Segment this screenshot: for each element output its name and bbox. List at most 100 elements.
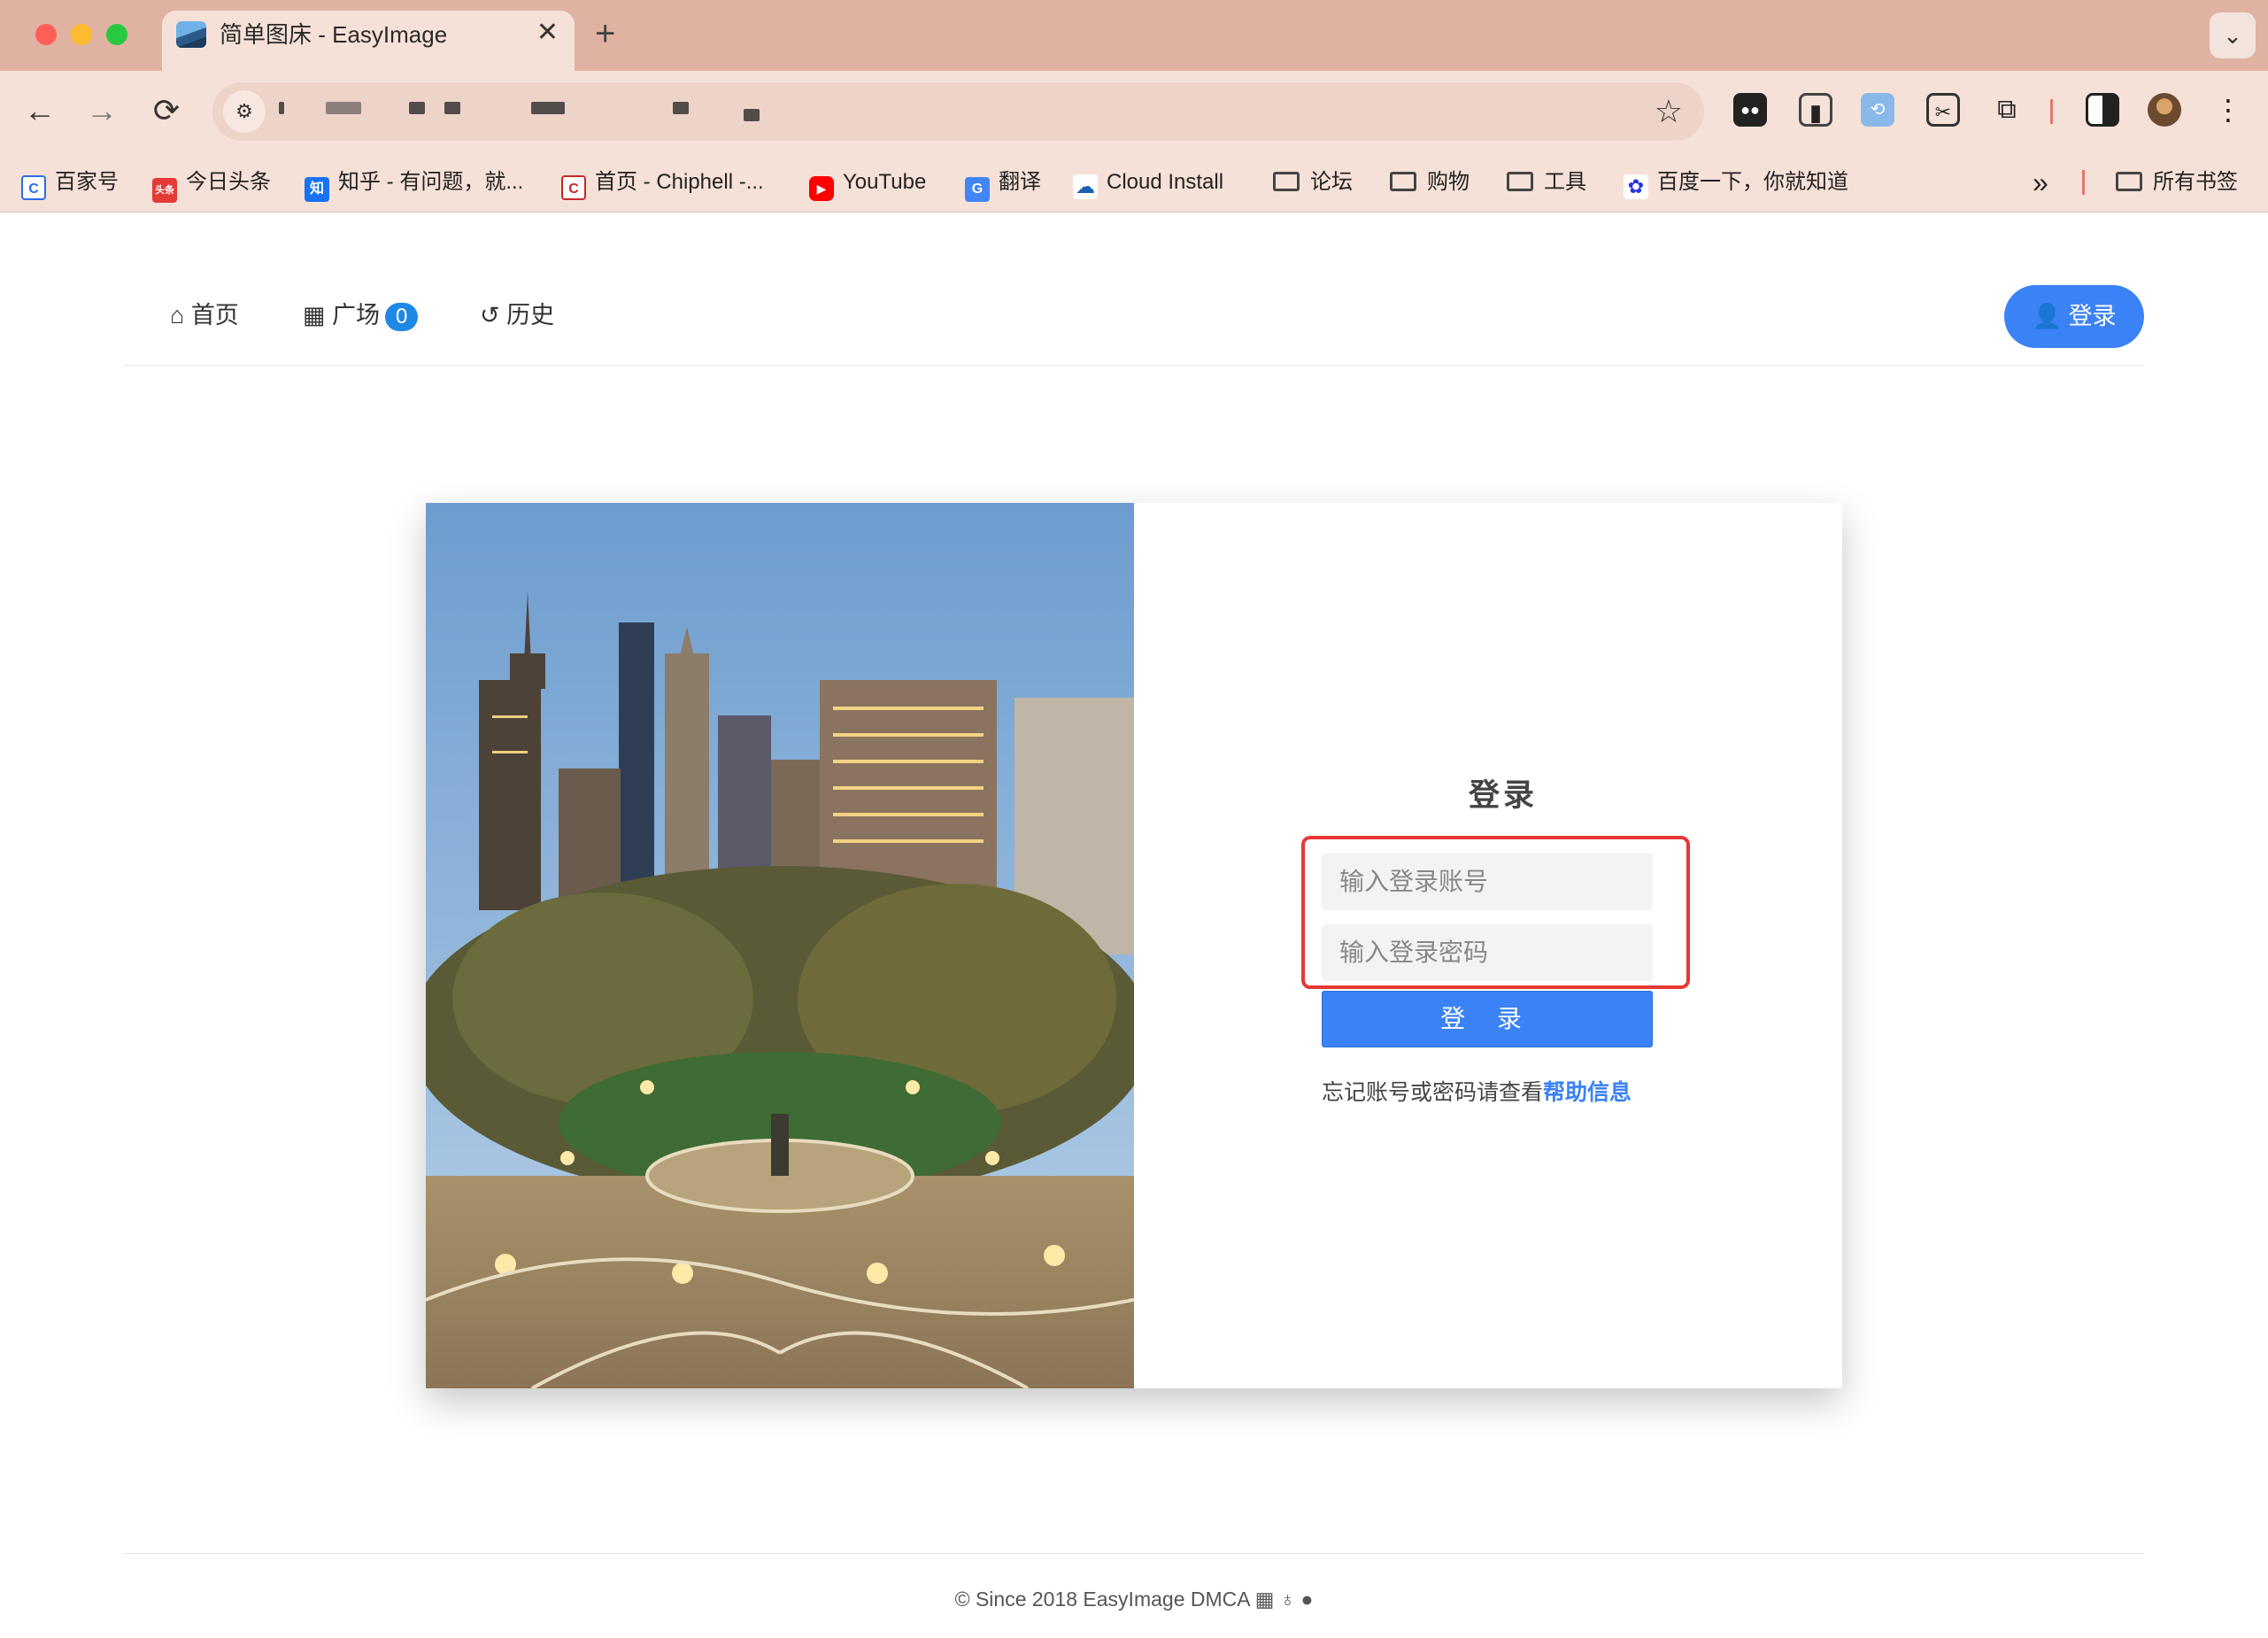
lightbulb-icon[interactable]: ♁ [1280,1588,1295,1611]
bookmark-label: 翻译 [999,170,1041,194]
easyimage-favicon-icon [176,21,206,48]
history-icon: ↺ [480,302,507,328]
bookmark-label: 论坛 [1310,170,1353,194]
login-title: 登录 [1468,778,1538,813]
footer: © Since 2018 EasyImage DMCA ▦ ♁ ● [0,1588,2268,1611]
footer-text: © Since 2018 EasyImage DMCA [954,1588,1250,1611]
url-redacted [531,102,565,114]
bookmark-cloud-install[interactable]: ☁ Cloud Install [1073,165,1223,200]
footer-divider [124,1553,2144,1554]
bookmark-zhihu[interactable]: 知知乎 - 有问题，就... [305,165,524,202]
nav-square-label: 广场 [332,302,381,328]
bookmark-label: 所有书签 [2153,170,2238,194]
url-redacted [444,102,460,114]
bookmarks-bar: C 百家号 头条 今日头条 知知乎 - 有问题，就... C 首页 - Chiphel… [0,152,2268,212]
account-input[interactable] [1322,854,1653,910]
bookmark-youtube[interactable]: ▶ YouTube [809,165,927,201]
cloud-icon: ☁ [1073,174,1098,199]
bookmark-label: 百度一下，你就知道 [1657,170,1848,194]
help-text: 忘记账号或密码请查看帮助信息 [1322,1075,1632,1107]
browser-tab[interactable]: 简单图床 - EasyImage ✕ [162,11,575,71]
bookmark-label: 工具 [1544,170,1586,194]
chiphell-icon: C [561,175,586,200]
bookmark-chiphell[interactable]: C 首页 - Chiphell -... [561,165,764,200]
tab-title: 简单图床 - EasyImage [220,21,448,48]
bookmark-baidu[interactable]: ✿ 百度一下，你就知道 [1624,165,1848,200]
folder-icon [1507,172,1533,191]
help-info-link[interactable]: 帮助信息 [1543,1080,1632,1105]
close-window-button[interactable] [35,24,57,45]
nav-home[interactable]: ⌂ 首页 [170,300,239,330]
back-arrow-icon[interactable]: ← [18,89,62,133]
folder-icon [1390,172,1416,191]
qrcode-icon[interactable]: ▦ [1255,1588,1275,1611]
bookmark-label: 今日头条 [186,170,271,194]
browser-titlebar: 简单图床 - EasyImage ✕ + ⌄ [0,0,2268,71]
site-settings-icon[interactable]: ⚙ [223,90,266,133]
more-bookmarks-chevron-icon[interactable]: » [2033,165,2048,200]
login-nav-button[interactable]: 👤 登录 [2004,285,2144,348]
bookmark-label: 知乎 - 有问题，就... [338,170,524,194]
side-panel-icon[interactable] [2086,93,2119,127]
translate-icon: G [965,177,990,202]
user-icon[interactable]: ● [1300,1588,1313,1611]
user-icon: 👤 [2032,303,2069,329]
extension-shield-icon[interactable]: ▮ [1799,93,1832,127]
bookmark-folder-shopping[interactable]: 购物 [1390,165,1470,200]
nav-square[interactable]: ▦ 广场 0 [303,300,419,331]
bookmark-translate[interactable]: G 翻译 [965,165,1041,202]
extension-screenshot-icon[interactable]: ✂ [1926,93,1960,127]
baijiahao-icon: C [21,175,46,200]
bookmark-label: YouTube [843,170,927,194]
maximize-window-button[interactable] [106,24,127,45]
folder-icon [2116,172,2142,191]
bookmark-all-bookmarks[interactable]: 所有书签 [2116,165,2238,200]
address-bar[interactable]: ⚙ ☆ [212,82,1704,141]
forward-arrow-icon[interactable]: → [80,89,124,133]
bookmark-toutiao[interactable]: 头条 今日头条 [152,165,271,203]
baidu-icon: ✿ [1624,174,1648,199]
nav-history-label: 历史 [506,302,555,328]
tab-list-chevron-icon[interactable]: ⌄ [2210,12,2256,58]
url-redacted [744,109,760,121]
extension-translate-icon[interactable]: ⟲ [1861,93,1894,127]
password-input[interactable] [1322,924,1653,981]
bookmark-label: Cloud Install [1107,170,1224,194]
folder-icon [1273,172,1300,191]
bookmark-baijiahao[interactable]: C 百家号 [21,165,119,200]
nav-history[interactable]: ↺ 历史 [480,300,554,330]
url-redacted [279,102,284,114]
help-text-label: 忘记账号或密码请查看 [1322,1080,1544,1105]
home-icon: ⌂ [170,302,191,328]
bookmarks-divider [2082,170,2085,195]
browser-toolbar: ← → ⟳ ⚙ ☆ ●● ▮ ⟲ ✂ ⧉ ⋮ [0,71,2268,152]
bookmark-label: 首页 - Chiphell -... [595,170,764,194]
more-menu-icon[interactable]: ⋮ [2211,93,2245,127]
bookmark-star-icon[interactable]: ☆ [1655,93,1683,130]
bookmark-folder-forum[interactable]: 论坛 [1273,165,1353,200]
grid-icon: ▦ [303,302,333,328]
nav-home-label: 首页 [190,302,239,328]
zhihu-icon: 知 [305,177,329,202]
reload-icon[interactable]: ⟳ [144,89,189,133]
login-submit-button[interactable]: 登 录 [1322,991,1653,1047]
square-count-badge: 0 [385,303,419,331]
extension-glasses-icon[interactable]: ●● [1733,93,1767,127]
city-park-photo [426,503,1134,1388]
extensions-puzzle-icon[interactable]: ⧉ [1990,93,2024,127]
youtube-icon: ▶ [809,176,834,201]
tab-close-icon[interactable]: ✕ [536,18,559,48]
bookmark-folder-tools[interactable]: 工具 [1507,165,1586,200]
bookmark-label: 购物 [1427,170,1470,194]
toutiao-icon: 头条 [152,178,177,203]
url-redacted [673,102,689,114]
toolbar-divider [2050,99,2053,124]
avatar[interactable] [2148,93,2181,127]
url-redacted [409,102,425,114]
minimize-window-button[interactable] [71,24,92,45]
page-content: ⌂ 首页 ▦ 广场 0 ↺ 历史 👤 登录 登录 输入登录账号 登 录 忘记账号… [0,213,2268,1638]
login-card: 登录 登 录 忘记账号或密码请查看帮助信息 [426,503,1842,1388]
new-tab-button[interactable]: + [595,14,615,53]
site-nav: ⌂ 首页 ▦ 广场 0 ↺ 历史 👤 登录 [124,213,2144,366]
login-nav-label: 登录 [2068,303,2117,329]
